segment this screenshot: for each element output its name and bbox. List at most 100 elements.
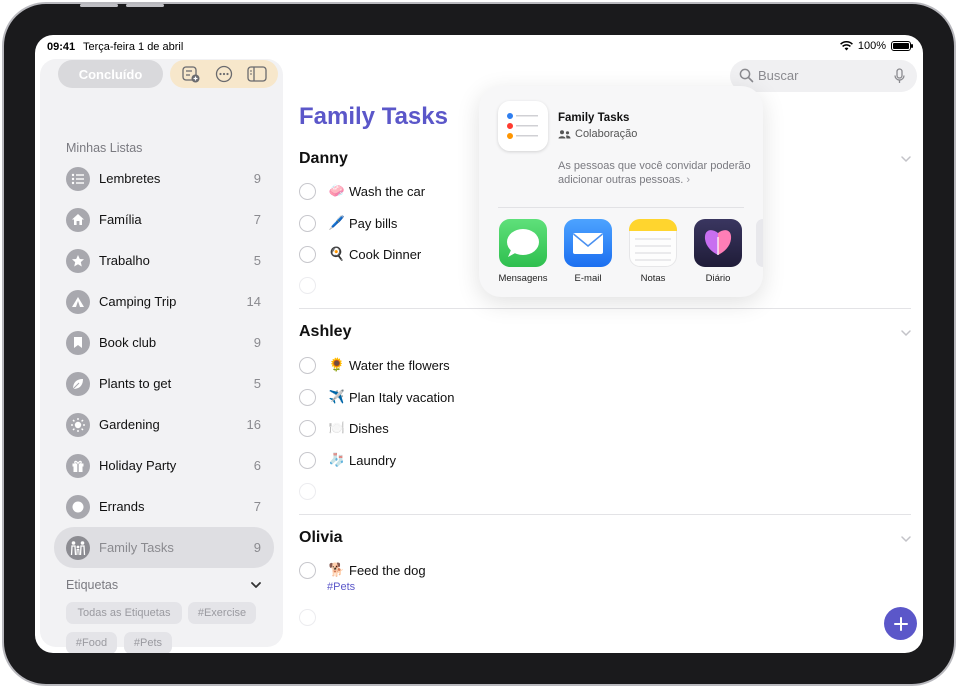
task-checkbox[interactable] <box>299 245 316 263</box>
task-checkbox[interactable] <box>299 388 316 406</box>
sidebar-item-label: Errands <box>99 499 145 514</box>
new-task-row[interactable] <box>299 273 316 297</box>
task-emoji: 🌻 <box>328 357 346 372</box>
sidebar-item-label: Family Tasks <box>99 540 174 555</box>
task-tag[interactable]: #Pets <box>327 581 355 593</box>
share-label: Mensagens <box>498 273 548 284</box>
task-label[interactable]: Water the flowers <box>349 358 450 373</box>
task-label[interactable]: Dishes <box>349 421 389 436</box>
sidebar-item-errands[interactable]: Errands 7 <box>54 486 274 527</box>
sidebar-item-count: 7 <box>253 212 261 227</box>
sidebar-item-count: 9 <box>253 335 261 350</box>
collaboration-row[interactable]: Colaboração <box>558 128 637 140</box>
task-label[interactable]: Pay bills <box>349 216 397 231</box>
task-label[interactable]: Plan Italy vacation <box>349 390 455 405</box>
sidebar-item-label: Plants to get <box>99 376 172 391</box>
search-field[interactable] <box>730 60 917 92</box>
section-divider <box>299 514 911 515</box>
volume-button <box>80 4 118 7</box>
chevron-down-icon[interactable] <box>899 532 913 546</box>
task-checkbox[interactable] <box>299 419 316 437</box>
tag-chip-pets[interactable]: #Pets <box>124 632 172 653</box>
toolbar-group <box>170 60 278 88</box>
task-label[interactable]: Cook Dinner <box>349 247 421 262</box>
popover-divider <box>498 207 744 208</box>
task-row: 🧦 Laundry <box>299 448 396 472</box>
gift-icon <box>66 453 90 478</box>
collaboration-label: Colaboração <box>575 128 638 140</box>
new-task-checkbox[interactable] <box>299 608 316 626</box>
chevron-down-icon[interactable] <box>899 326 913 340</box>
battery-percent: 100% <box>857 40 886 52</box>
sidebar-item-plants-to-get[interactable]: Plants to get 5 <box>54 363 274 404</box>
circle-icon <box>66 494 90 519</box>
tag-chip-all[interactable]: Todas as Etiquetas <box>66 602 182 624</box>
add-checklist-icon[interactable] <box>180 63 202 85</box>
task-label[interactable]: Feed the dog <box>349 563 426 578</box>
task-emoji: 🧼 <box>328 183 346 198</box>
share-target-messages[interactable]: Mensagens <box>495 219 551 284</box>
popover-title: Family Tasks <box>558 112 630 124</box>
page-title: Family Tasks <box>299 103 448 130</box>
popover-description[interactable]: As pessoas que você convidar poderão adi… <box>558 159 754 187</box>
screen: 09:41 Terça-feira 1 de abril 100% Conclu… <box>35 35 923 653</box>
search-input[interactable] <box>758 68 878 83</box>
task-checkbox[interactable] <box>299 356 316 374</box>
task-checkbox[interactable] <box>299 451 316 469</box>
task-label[interactable]: Laundry <box>349 453 396 468</box>
share-target-notes[interactable]: Notas <box>625 219 681 284</box>
sidebar-item-familia[interactable]: Família 7 <box>54 199 274 240</box>
share-target-journal[interactable]: Diário <box>690 219 746 284</box>
battery-icon <box>891 41 913 51</box>
share-label: Diário <box>705 273 731 284</box>
new-task-row[interactable] <box>299 605 316 629</box>
sidebar-toolbar: Concluído <box>48 59 278 89</box>
volume-button <box>126 4 164 7</box>
sidebar-item-count: 16 <box>246 417 261 432</box>
new-task-row[interactable] <box>299 479 316 503</box>
task-checkbox[interactable] <box>299 561 316 579</box>
task-checkbox[interactable] <box>299 214 316 232</box>
microphone-icon[interactable] <box>894 68 905 84</box>
sidebar-toggle-icon[interactable] <box>246 63 268 85</box>
sidebar-item-label: Lembretes <box>99 171 161 186</box>
sidebar-item-book-club[interactable]: Book club 9 <box>54 322 274 363</box>
new-task-checkbox[interactable] <box>299 276 316 294</box>
tag-chip-exercise[interactable]: #Exercise <box>188 602 256 624</box>
more-options-icon[interactable] <box>213 63 235 85</box>
sidebar-item-camping-trip[interactable]: Camping Trip 14 <box>54 281 274 322</box>
add-reminder-button[interactable] <box>884 607 917 640</box>
notes-icon <box>629 219 677 267</box>
mail-icon <box>564 219 612 267</box>
task-emoji: 🐕 <box>328 562 346 577</box>
done-button[interactable]: Concluído <box>58 60 163 88</box>
sidebar-item-lembretes[interactable]: Lembretes 9 <box>54 158 274 199</box>
share-label: Notas <box>640 273 666 284</box>
sidebar-item-label: Gardening <box>99 417 160 432</box>
chevron-down-icon[interactable] <box>248 577 264 593</box>
section-title-olivia: Olivia <box>299 529 343 546</box>
task-emoji: 🍳 <box>328 246 346 261</box>
task-row: 🧼 Wash the car <box>299 179 425 203</box>
sidebar-item-family-tasks[interactable]: Family Tasks 9 <box>54 527 274 568</box>
share-target-mail[interactable]: E-mail <box>560 219 616 284</box>
sidebar-item-count: 14 <box>246 294 261 309</box>
tags-heading: Etiquetas <box>66 578 119 592</box>
sidebar-item-gardening[interactable]: Gardening 16 <box>54 404 274 445</box>
sidebar-item-holiday-party[interactable]: Holiday Party 6 <box>54 445 274 486</box>
popover-description-text: As pessoas que você convidar poderão adi… <box>558 160 751 186</box>
sidebar-item-count: 9 <box>253 171 261 186</box>
reminders-app-icon <box>498 101 548 151</box>
task-label[interactable]: Wash the car <box>349 184 425 199</box>
new-task-checkbox[interactable] <box>299 482 316 500</box>
my-lists-heading: Minhas Listas <box>66 141 143 155</box>
tag-chip-food[interactable]: #Food <box>66 632 117 653</box>
chevron-down-icon[interactable] <box>899 152 913 166</box>
share-target-more[interactable] <box>756 219 763 267</box>
task-emoji: 🧦 <box>328 452 346 467</box>
sidebar-item-label: Trabalho <box>99 253 150 268</box>
status-bar: 09:41 Terça-feira 1 de abril 100% <box>35 35 923 59</box>
share-label: E-mail <box>574 273 602 284</box>
task-checkbox[interactable] <box>299 182 316 200</box>
sidebar-item-trabalho[interactable]: Trabalho 5 <box>54 240 274 281</box>
